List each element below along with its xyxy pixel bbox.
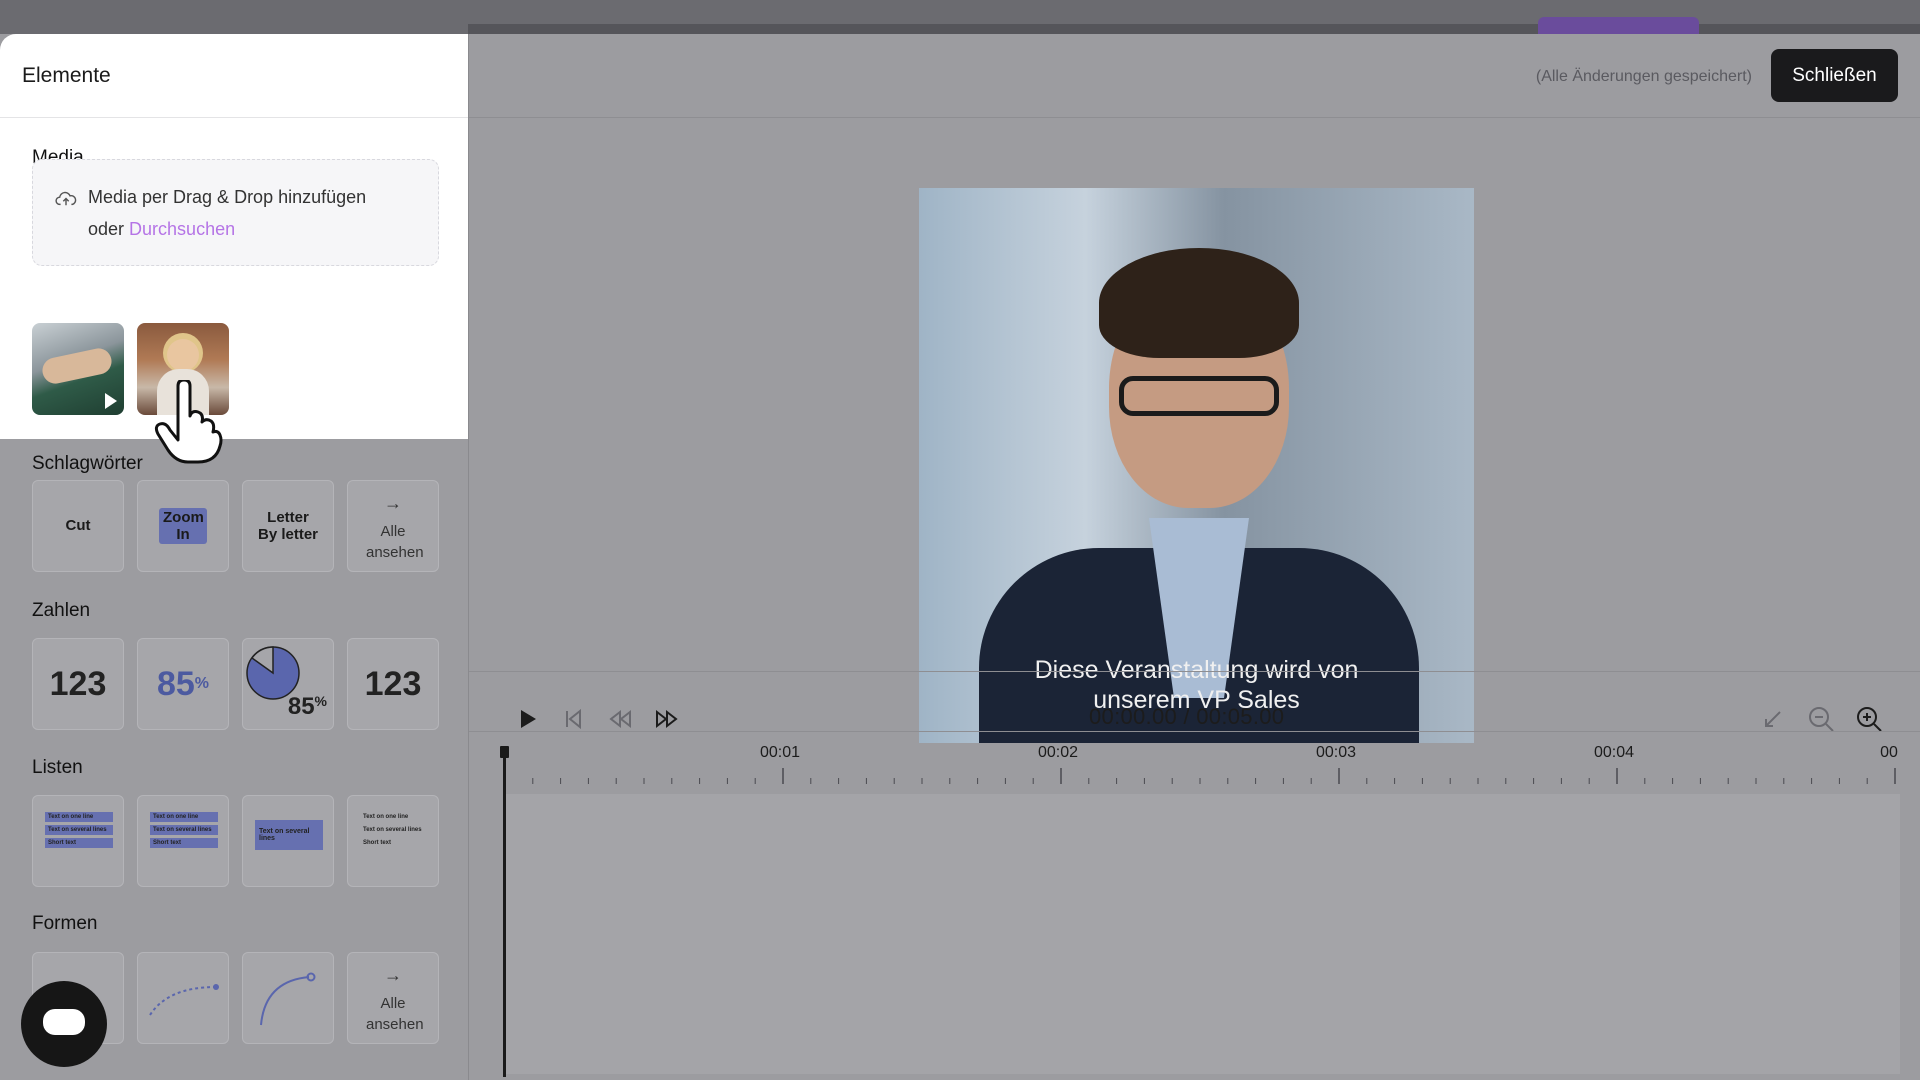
divider <box>469 731 1920 732</box>
zoom-in-label: Zoom In <box>159 507 207 545</box>
media-dropzone[interactable]: Media per Drag & Drop hinzufügen oder Du… <box>32 159 439 266</box>
list-tile-2[interactable]: Text on one line Text on several lines S… <box>137 795 229 887</box>
shape-tile-dotted-line[interactable] <box>137 952 229 1044</box>
percent-value: 85 <box>156 664 195 703</box>
pie-percent: 85% <box>288 693 327 721</box>
pie-percent-unit: % <box>314 693 327 709</box>
number-tile-percent[interactable]: 85% <box>137 638 229 730</box>
number-tile-pie[interactable]: 85% <box>242 638 334 730</box>
list-line: Text on one line <box>150 812 218 822</box>
video-person-glasses <box>1119 376 1279 416</box>
keyword-tile-cut[interactable]: Cut <box>32 480 124 572</box>
keyword-label: Letter By letter <box>257 508 319 543</box>
handshake-image <box>40 346 114 386</box>
skip-start-icon[interactable] <box>558 704 588 734</box>
caption-line-1: Diese Veranstaltung wird von <box>1034 656 1359 684</box>
list-line: Text on several lines <box>150 825 218 835</box>
keyword-label: Zoom In <box>138 481 228 571</box>
list-line: Text on several lines <box>45 825 113 835</box>
list-line: Text on one line <box>45 812 113 822</box>
arc-line-icon <box>260 972 316 1026</box>
collapse-icon[interactable] <box>1758 704 1788 734</box>
chat-button[interactable] <box>21 981 107 1067</box>
timeline-track[interactable] <box>505 794 1900 1074</box>
list-tile-3[interactable]: Text on several lines <box>242 795 334 887</box>
timeline-ruler[interactable]: 00:01 00:02 00:03 00:04 00 <box>505 744 1905 804</box>
keyword-label: Cut <box>65 517 91 535</box>
shapes-heading: Formen <box>32 913 98 934</box>
keyword-tile-zoom-in[interactable]: Zoom In <box>137 480 229 572</box>
divider <box>469 117 1920 118</box>
number-label: 123 <box>49 664 107 703</box>
dropzone-text-2: oder Durchsuchen <box>88 219 235 240</box>
list-line: Text on several lines <box>255 820 323 850</box>
see-all-label: Alle ansehen <box>366 995 424 1033</box>
hand-cursor-icon <box>154 380 223 464</box>
list-line: Short text <box>45 838 113 848</box>
arrow-right-icon: → <box>384 965 402 985</box>
dropzone-or: oder <box>88 219 125 239</box>
video-person-hair <box>1099 248 1299 358</box>
percent-display: 85% <box>138 639 228 729</box>
list-line: Short text <box>363 840 392 846</box>
list-line: Text on one line <box>363 814 409 820</box>
list-preview: Text on one line Text on several lines S… <box>150 812 218 851</box>
browse-link[interactable]: Durchsuchen <box>129 219 235 239</box>
numbers-heading: Zahlen <box>32 600 91 621</box>
elements-panel-header-area: Elemente Media Media per Drag & Drop hin… <box>0 34 468 439</box>
media-thumbnail-handshake[interactable] <box>32 323 124 415</box>
see-all-label: Alle ansehen <box>366 523 424 561</box>
fast-forward-icon[interactable] <box>652 704 682 734</box>
number-label: 123 <box>364 664 422 703</box>
save-status: (Alle Änderungen gespeichert) <box>1535 68 1752 85</box>
background-purple-button <box>1538 17 1699 34</box>
pie-percent-value: 85 <box>287 693 315 720</box>
list-tile-4[interactable]: Text on one line Text on several lines S… <box>347 795 439 887</box>
dotted-line-icon <box>149 984 219 1016</box>
play-icon <box>105 393 117 409</box>
zoom-out-icon[interactable] <box>1806 704 1836 734</box>
dropzone-text: Media per Drag & Drop hinzufügen <box>88 187 367 207</box>
close-button[interactable]: Schließen <box>1771 49 1898 102</box>
shapes-see-all-button[interactable]: → Alle ansehen <box>347 952 439 1044</box>
number-tile-counter-2[interactable]: 123 <box>347 638 439 730</box>
list-line: Short text <box>150 838 218 848</box>
rewind-icon[interactable] <box>605 704 635 734</box>
ruler-ticks <box>505 768 1896 784</box>
elements-panel: Elemente Media Media per Drag & Drop hin… <box>0 34 469 1080</box>
shape-tile-arc[interactable] <box>242 952 334 1044</box>
chat-bubble-icon <box>43 1009 85 1035</box>
divider <box>469 671 1920 672</box>
list-preview: Text on several lines <box>255 820 323 853</box>
zoom-in-icon[interactable] <box>1854 704 1884 734</box>
number-tile-counter[interactable]: 123 <box>32 638 124 730</box>
panel-title: Elemente <box>22 64 111 87</box>
playhead[interactable] <box>503 747 506 1077</box>
arrow-right-icon: → <box>384 493 402 513</box>
list-tile-1[interactable]: Text on one line Text on several lines S… <box>32 795 124 887</box>
background-bar <box>468 24 1920 34</box>
list-preview: Text on one line Text on several lines S… <box>360 812 428 851</box>
keywords-heading: Schlagwörter <box>32 453 143 474</box>
keyword-tile-letter-by-letter[interactable]: Letter By letter <box>242 480 334 572</box>
lists-heading: Listen <box>32 757 83 778</box>
video-preview[interactable]: Diese Veranstaltung wird von unserem VP … <box>919 188 1474 743</box>
list-line: Text on several lines <box>363 827 422 833</box>
divider <box>0 117 468 118</box>
playback-time: 00:00.00 / 00:05.00 <box>1089 704 1285 729</box>
editor-main: (Alle Änderungen gespeichert) Schließen … <box>469 34 1920 1080</box>
play-icon[interactable] <box>512 704 542 734</box>
background-app-strip <box>0 0 1920 34</box>
percent-unit: % <box>194 675 210 692</box>
keywords-see-all-button[interactable]: → Alle ansehen <box>347 480 439 572</box>
cloud-upload-icon <box>55 191 77 206</box>
list-preview: Text on one line Text on several lines S… <box>45 812 113 851</box>
woman-face <box>167 339 199 371</box>
